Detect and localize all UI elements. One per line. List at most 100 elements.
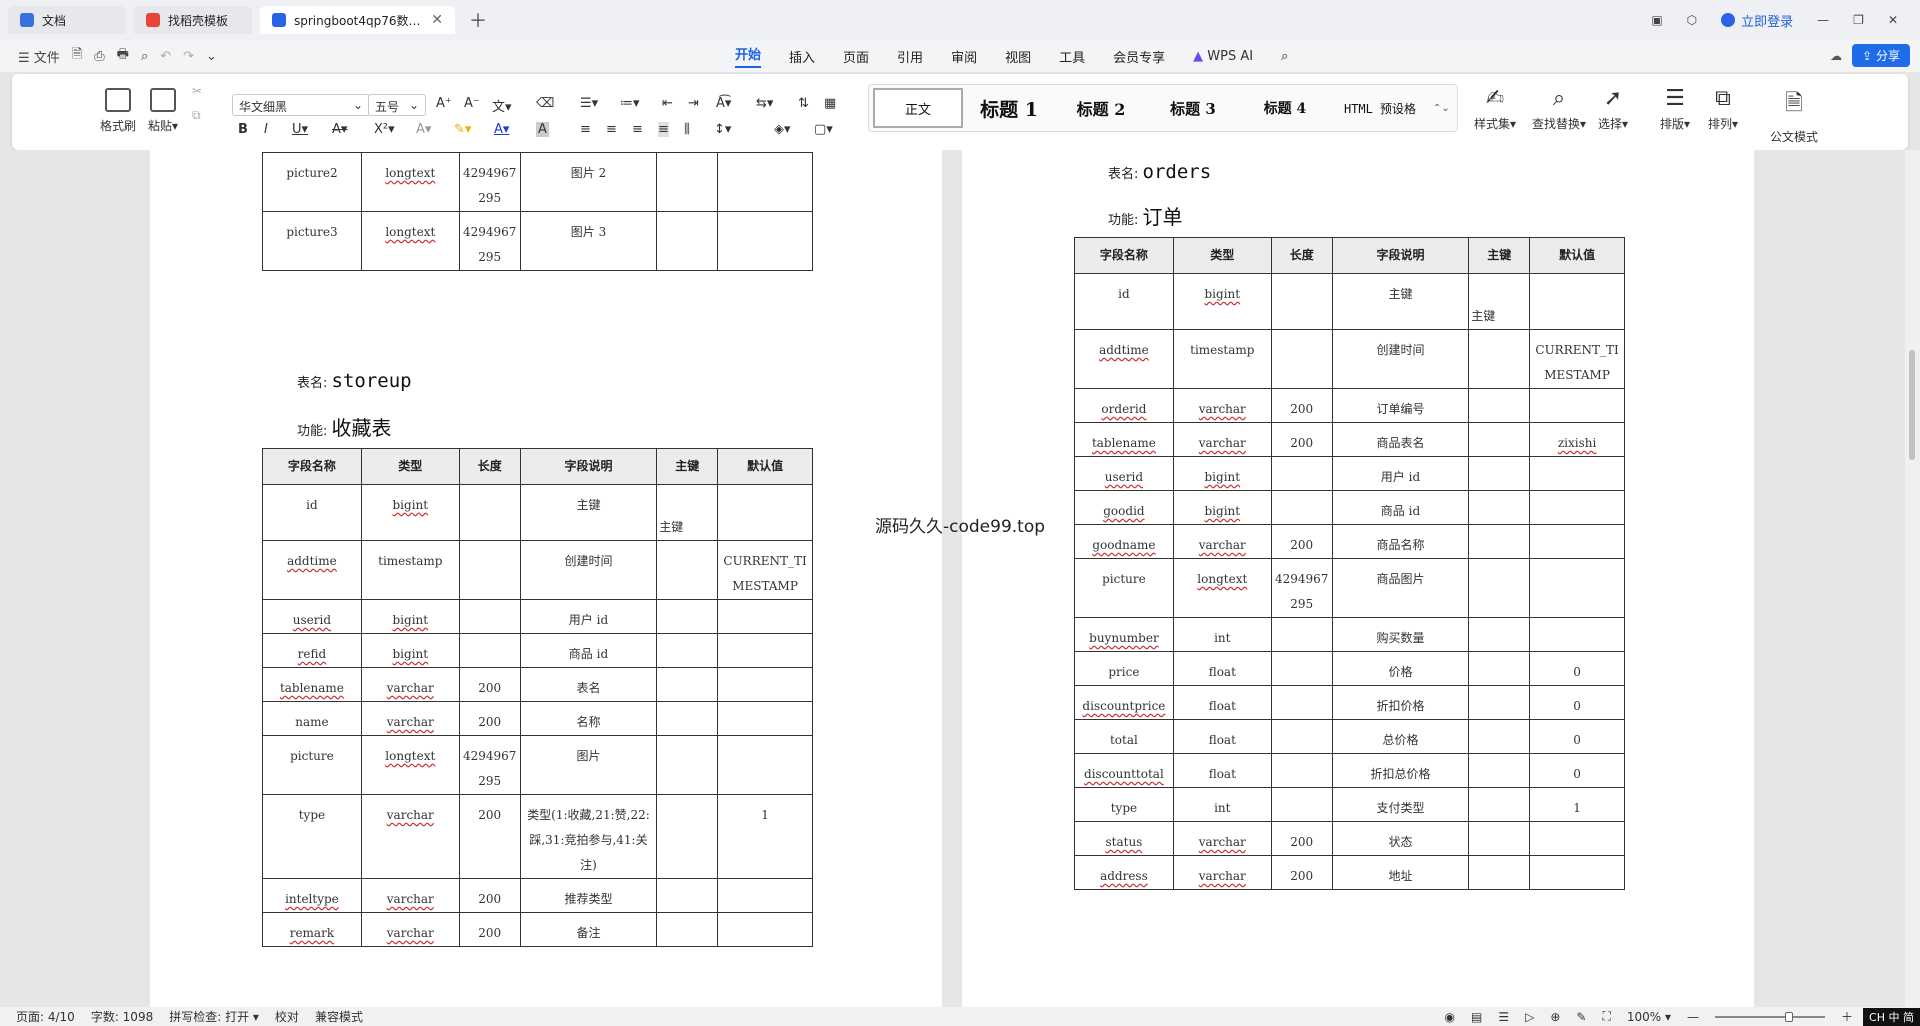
align-right-icon[interactable]: ≡ <box>632 122 643 137</box>
zoom-slider[interactable] <box>1715 1011 1826 1022</box>
tab-insert[interactable]: 插入 <box>789 47 815 66</box>
table-tools-icon[interactable]: ▦ <box>824 96 836 111</box>
line-spacing-icon[interactable]: ↕▾ <box>714 122 731 137</box>
redo-icon[interactable]: ↷ <box>183 49 194 64</box>
eye-icon[interactable]: ◉ <box>1445 1010 1455 1024</box>
minimize-icon[interactable]: — <box>1817 13 1829 27</box>
strikethrough-icon[interactable]: A▾ <box>332 122 347 137</box>
tab-references[interactable]: 引用 <box>897 47 923 66</box>
preview-icon[interactable]: ⌕ <box>141 49 148 64</box>
restore-icon[interactable]: ❐ <box>1853 13 1864 27</box>
highlight-icon[interactable]: ✎▾ <box>454 122 471 137</box>
cut-icon[interactable]: ✂ <box>192 84 202 98</box>
cube-icon[interactable]: ⬡ <box>1687 13 1697 27</box>
paste-button[interactable]: 粘贴▾ <box>148 88 178 134</box>
scrollbar-thumb[interactable] <box>1909 350 1915 460</box>
select-button[interactable]: ➚ 选择▾ <box>1598 86 1628 132</box>
justify-icon[interactable]: ≡ <box>658 122 669 137</box>
style-gallery-more-icon[interactable]: ⌃⌄ <box>1433 103 1450 114</box>
tab-review[interactable]: 审阅 <box>951 47 977 66</box>
search-icon[interactable]: ⌕ <box>1281 49 1288 64</box>
zoom-in-icon[interactable]: ＋ <box>1841 1008 1853 1025</box>
text-direction-icon[interactable]: A͡▾ <box>716 96 731 111</box>
tab-member[interactable]: 会员专享 <box>1113 47 1165 66</box>
fit-icon[interactable]: ⛶ <box>1602 1009 1610 1024</box>
undo-icon[interactable]: ↶ <box>160 49 171 64</box>
style-heading-3[interactable]: 标题 3 <box>1147 88 1239 128</box>
pen-icon[interactable]: ✎ <box>1576 1010 1586 1024</box>
clear-format-icon[interactable]: ⌫ <box>536 96 554 111</box>
style-heading-2[interactable]: 标题 2 <box>1055 88 1147 128</box>
tab-view[interactable]: 视图 <box>1005 47 1031 66</box>
bold-icon[interactable]: B <box>238 122 248 137</box>
web-view-icon[interactable]: ⊕ <box>1550 1010 1560 1024</box>
play-icon[interactable]: ▷ <box>1525 1010 1534 1024</box>
table-row: addtime timestamp 创建时间 CURRENT_TIMESTAMP <box>262 540 813 600</box>
zoom-slider-knob[interactable] <box>1785 1011 1794 1022</box>
official-mode-button[interactable]: 🗎 公文模式 <box>1770 86 1818 145</box>
zoom-out-icon[interactable]: — <box>1687 1010 1699 1024</box>
grow-font-icon[interactable]: A⁺ <box>436 96 452 111</box>
format-painter-button[interactable]: 格式刷 <box>100 88 136 134</box>
style-normal[interactable]: 正文 <box>873 88 963 128</box>
tab-docs[interactable]: 文档 <box>8 6 126 34</box>
find-replace-button[interactable]: ⌕ 查找替换▾ <box>1532 86 1586 132</box>
layout-icon[interactable]: ▣ <box>1651 13 1662 27</box>
arrange-button[interactable]: ⧉ 排列▾ <box>1708 86 1738 132</box>
tab-templates[interactable]: 找稻壳模板 <box>134 6 252 34</box>
italic-icon[interactable]: I <box>264 122 268 137</box>
style-heading-4[interactable]: 标题 4 <box>1239 88 1331 128</box>
tab-document[interactable]: springboot4qp76数据库文档 ✕ <box>260 6 455 34</box>
close-icon[interactable]: ✕ <box>431 12 443 28</box>
char-shading-icon[interactable]: A <box>536 122 549 137</box>
align-center-icon[interactable]: ≡ <box>606 122 617 137</box>
style-heading-1[interactable]: 标题 1 <box>963 88 1055 128</box>
style-set-button[interactable]: ✍ 样式集▾ <box>1474 86 1516 132</box>
layout-button[interactable]: ☰ 排版▾ <box>1660 86 1690 132</box>
export-icon[interactable]: ⎙ <box>94 49 104 64</box>
font-color-icon[interactable]: A▾ <box>494 122 509 137</box>
copy-icon[interactable]: ⧉ <box>192 108 201 123</box>
word-count[interactable]: 字数: 1098 <box>91 1008 153 1025</box>
line-wrap-icon[interactable]: ⇆▾ <box>756 96 773 111</box>
proofread-button[interactable]: 校对 <box>275 1008 299 1025</box>
shading-icon[interactable]: ◈▾ <box>774 122 791 137</box>
more-icon[interactable]: ⌄ <box>206 49 217 64</box>
vertical-scrollbar[interactable] <box>1905 150 1920 1007</box>
superscript-icon[interactable]: X²▾ <box>374 122 395 137</box>
tab-tools[interactable]: 工具 <box>1059 47 1085 66</box>
spell-check[interactable]: 拼写检查: 打开 ▾ <box>169 1008 259 1025</box>
tab-page[interactable]: 页面 <box>843 47 869 66</box>
file-menu[interactable]: ☰ 文件 <box>18 47 60 66</box>
zoom-level[interactable]: 100% ▾ <box>1627 1010 1671 1024</box>
print-icon[interactable]: 🖶 <box>117 45 129 67</box>
style-html-preset[interactable]: HTML 预设格 <box>1331 88 1429 128</box>
cloud-upload-icon[interactable]: ☁ <box>1830 49 1842 63</box>
tab-home[interactable]: 开始 <box>735 44 762 68</box>
underline-icon[interactable]: U▾ <box>292 122 308 137</box>
distribute-icon[interactable]: ⫼ <box>684 122 690 137</box>
page-indicator[interactable]: 页面: 4/10 <box>16 1008 75 1025</box>
decrease-indent-icon[interactable]: ⇤ <box>662 96 673 111</box>
new-tab-button[interactable]: ＋ <box>469 7 487 33</box>
font-name-select[interactable]: 华文细黑 ⌄ <box>232 94 370 116</box>
ime-indicator[interactable]: CH 中 简 <box>1863 1007 1920 1026</box>
font-size-select[interactable]: 五号 ⌄ <box>368 94 426 116</box>
align-left-icon[interactable]: ≡ <box>580 122 591 137</box>
wps-ai-button[interactable]: ▲ WPS AI <box>1193 49 1253 64</box>
page-view-icon[interactable]: ▤ <box>1471 1010 1482 1024</box>
table-cell: longtext <box>360 211 460 271</box>
text-effect-icon[interactable]: A▾ <box>416 122 431 137</box>
login-button[interactable]: 立即登录 <box>1721 11 1793 30</box>
window-close-icon[interactable]: ✕ <box>1888 13 1898 27</box>
increase-indent-icon[interactable]: ⇥ <box>688 96 699 111</box>
border-icon[interactable]: ▢▾ <box>814 122 833 137</box>
sort-icon[interactable]: ⇅ <box>798 96 809 111</box>
bullet-list-icon[interactable]: ☰▾ <box>580 96 598 111</box>
numbered-list-icon[interactable]: ≔▾ <box>620 96 640 111</box>
phonetic-icon[interactable]: 文▾ <box>492 96 512 115</box>
shrink-font-icon[interactable]: A⁻ <box>464 96 480 111</box>
outline-icon[interactable]: ☰ <box>1498 1010 1509 1024</box>
save-icon[interactable]: 🗎 <box>72 45 82 67</box>
share-button[interactable]: ⇪ 分享 <box>1852 44 1910 67</box>
